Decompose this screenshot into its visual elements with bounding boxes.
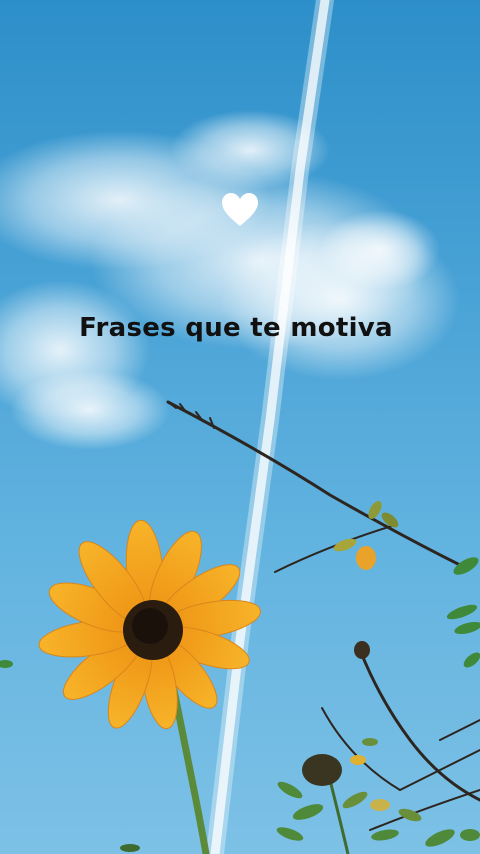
background-photo <box>0 0 480 854</box>
overlay-title: Frases que te motiva <box>79 313 393 343</box>
clouds <box>0 110 460 450</box>
heart-icon <box>221 192 259 228</box>
sky-scene-illustration <box>0 0 480 854</box>
